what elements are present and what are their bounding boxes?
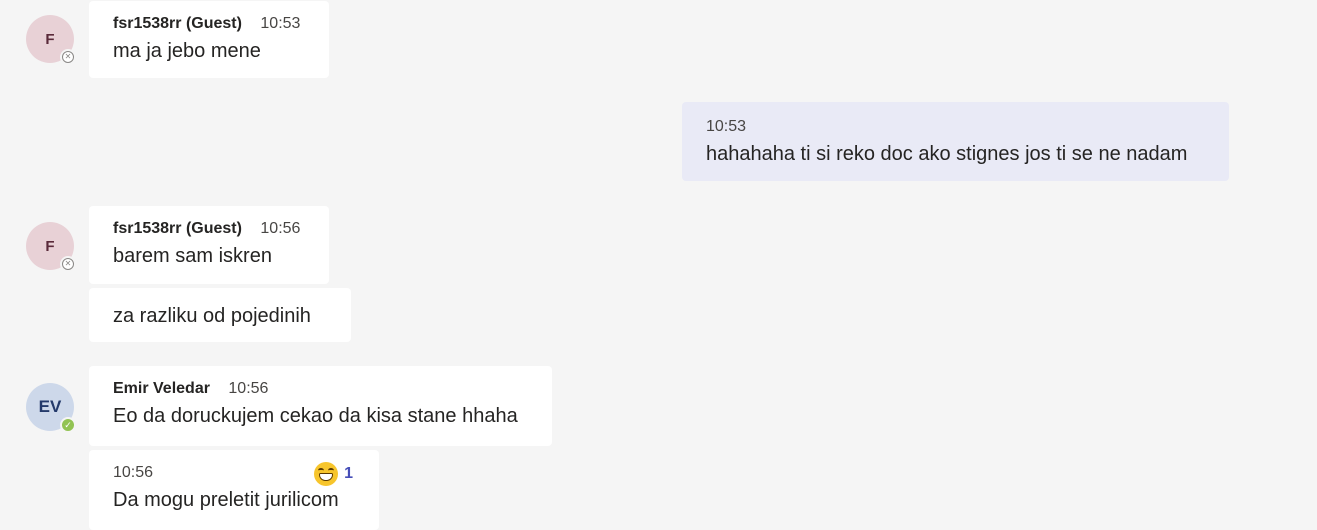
presence-available-icon: ✓ [60,417,76,433]
message-text: hahahaha ti si reko doc ako stignes jos … [706,143,1188,165]
grinning-face-emoji-icon [314,462,339,486]
message-header: Emir Veledar 10:56 [113,378,528,400]
message-time: 10:53 [260,15,301,32]
message-bubble[interactable]: fsr1538rr (Guest) 10:53 ma ja jebo mene [89,1,329,78]
avatar-initials: F [45,30,55,48]
message-text: Eo da doruckujem cekao da kisa stane hha… [113,405,518,427]
reaction-count: 1 [344,465,353,482]
message-author[interactable]: fsr1538rr (Guest) [113,15,242,32]
message-bubble[interactable]: Emir Veledar 10:56 Eo da doruckujem ceka… [89,366,552,446]
message-author[interactable]: fsr1538rr (Guest) [113,220,242,237]
message-bubble[interactable]: 10:56 Da mogu preletit jurilicom 1 [89,450,379,530]
message-header: fsr1538rr (Guest) 10:53 [113,13,305,35]
message-text: barem sam iskren [113,245,272,267]
message-text: za razliku od pojedinih [113,305,311,327]
message-time: 10:56 [260,220,301,237]
message-text: Da mogu preletit jurilicom [113,489,339,511]
message-author[interactable]: Emir Veledar [113,380,210,397]
presence-offline-icon: ✕ [60,49,76,65]
reaction-summary[interactable]: 1 [314,462,353,486]
presence-offline-icon: ✕ [60,256,76,272]
message-bubble[interactable]: fsr1538rr (Guest) 10:56 barem sam iskren [89,206,329,284]
message-text: ma ja jebo mene [113,40,261,62]
message-header: 10:53 [706,116,1205,138]
message-time: 10:56 [228,380,269,397]
avatar[interactable]: EV ✓ [26,383,76,433]
message-time: 10:56 [113,464,154,481]
avatar-initials: F [45,237,55,255]
message-header: fsr1538rr (Guest) 10:56 [113,218,305,240]
avatar[interactable]: F ✕ [26,15,76,65]
self-message-bubble[interactable]: 10:53 hahahaha ti si reko doc ako stigne… [682,102,1229,181]
message-time: 10:53 [706,118,747,135]
avatar-initials: EV [38,397,62,416]
message-bubble[interactable]: za razliku od pojedinih [89,288,351,342]
avatar[interactable]: F ✕ [26,222,76,272]
